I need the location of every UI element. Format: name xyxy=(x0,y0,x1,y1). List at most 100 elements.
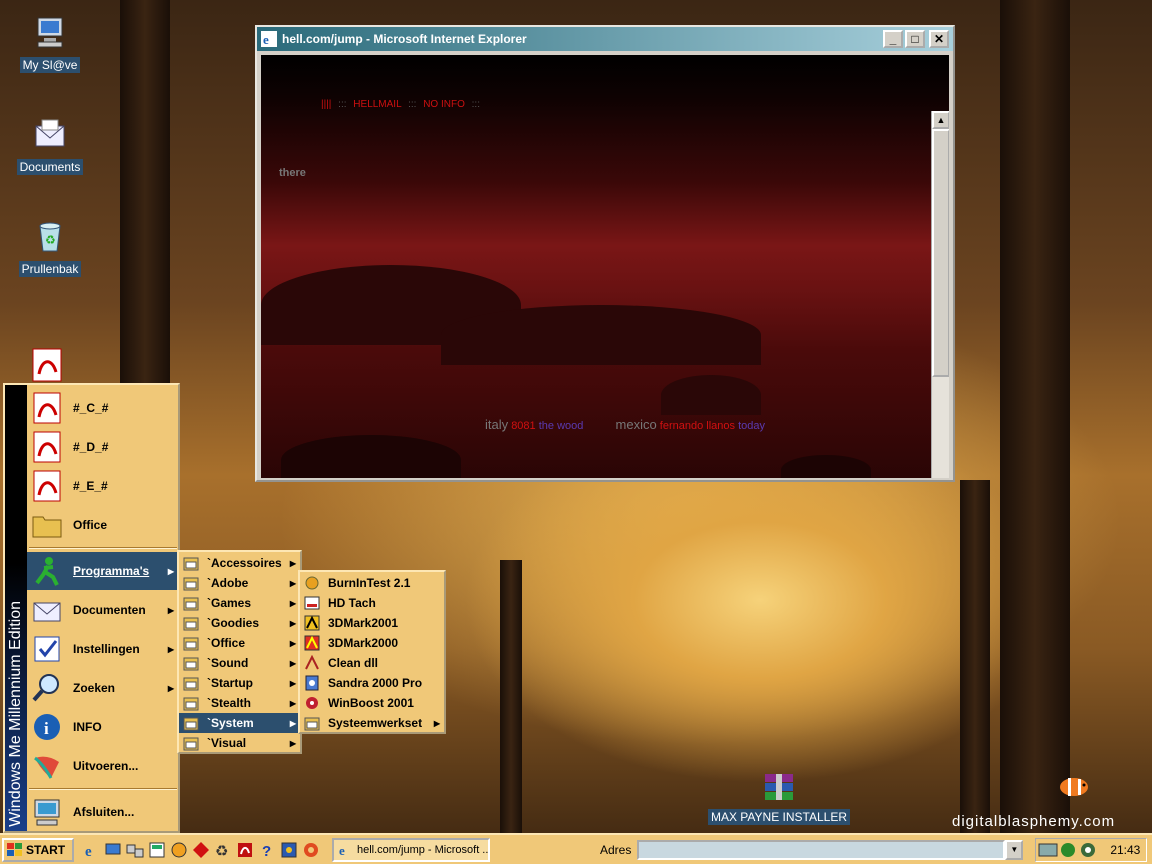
start-item-c[interactable]: #_C_# xyxy=(27,389,178,427)
program-group-icon xyxy=(183,617,199,631)
start-item-programs[interactable]: Programma's ▶ xyxy=(27,552,178,590)
desktop-icon-my-slave[interactable]: My Sl@ve xyxy=(5,14,95,73)
system-item-sandra[interactable]: Sandra 2000 Pro xyxy=(300,673,444,693)
nav-separator: ::: xyxy=(471,99,480,110)
start-item-run[interactable]: Uitvoeren... xyxy=(27,747,178,785)
svg-text:e: e xyxy=(263,32,269,47)
start-menu: Windows Me Millennium Edition #_C_# #_D_… xyxy=(3,383,180,833)
italy-place-link[interactable]: the wood xyxy=(539,420,584,432)
start-item-settings[interactable]: Instellingen ▶ xyxy=(27,630,178,668)
mexico-name-link[interactable]: fernando llanos xyxy=(660,420,735,432)
maximize-icon: □ xyxy=(911,32,919,46)
search-icon xyxy=(32,674,59,702)
desktop-quicklaunch-icon[interactable] xyxy=(104,841,122,859)
tray-tree-icon[interactable] xyxy=(1058,841,1078,859)
submenu-item-games[interactable]: `Games ▶ xyxy=(179,593,300,613)
internet-explorer-icon: e xyxy=(261,31,277,47)
system-item-3dmark2000[interactable]: 3DMark2000 xyxy=(300,633,444,653)
start-button[interactable]: START xyxy=(2,837,74,862)
winrar-archive-icon xyxy=(765,774,793,800)
submenu-item-goodies[interactable]: `Goodies ▶ xyxy=(179,613,300,633)
recycle-quicklaunch-icon[interactable]: ♻ xyxy=(214,841,232,859)
vertical-scrollbar[interactable]: ▲ ▼ xyxy=(931,111,949,478)
tray-gear-icon[interactable] xyxy=(1078,841,1098,859)
documents-icon xyxy=(33,602,61,622)
system-item-burnintest[interactable]: BurnInTest 2.1 xyxy=(300,573,444,593)
start-item-d[interactable]: #_D_# xyxy=(27,428,178,466)
landscape-hill xyxy=(661,375,761,415)
scroll-up-button[interactable]: ▲ xyxy=(932,111,949,129)
arrow-up-icon: ▲ xyxy=(936,115,946,125)
close-icon: ✕ xyxy=(933,32,945,46)
minimize-button[interactable]: _ xyxy=(883,30,903,48)
acrobat-quicklaunch-icon[interactable] xyxy=(236,841,254,859)
hellmail-link[interactable]: HELLMAIL xyxy=(353,99,401,110)
nav-separator: ::: xyxy=(338,99,347,110)
address-input[interactable] xyxy=(637,839,1006,860)
explorer-quicklaunch-icon[interactable] xyxy=(148,841,166,859)
submenu-item-startup[interactable]: `Startup ▶ xyxy=(179,673,300,693)
system-item-cleandll[interactable]: Clean dll xyxy=(300,653,444,673)
mexico-when-link[interactable]: today xyxy=(738,420,765,432)
program-group-icon xyxy=(183,597,199,611)
ie-quicklaunch-icon[interactable]: e xyxy=(82,841,100,859)
watermark-text: digitalblasphemy.com xyxy=(952,813,1116,830)
settings-icon xyxy=(34,636,60,662)
submenu-item-office[interactable]: `Office ▶ xyxy=(179,633,300,653)
submenu-item-accessoires[interactable]: `Accessoires ▶ xyxy=(179,553,300,573)
submenu-item-label: 3DMark2000 xyxy=(328,636,399,650)
clownfish-icon[interactable] xyxy=(1056,772,1092,802)
submenu-arrow-icon: ▶ xyxy=(289,698,296,708)
tray-network-icon[interactable] xyxy=(1038,841,1058,859)
gear-quicklaunch-icon[interactable] xyxy=(302,841,320,859)
chevron-down-icon: ▼ xyxy=(1010,845,1019,854)
system-item-hdtach[interactable]: HD Tach xyxy=(300,593,444,613)
close-button[interactable]: ✕ xyxy=(929,30,949,48)
scroll-thumb[interactable] xyxy=(932,129,949,377)
submenu-item-visual[interactable]: `Visual ▶ xyxy=(179,733,300,753)
desktop-icon-documents[interactable]: Documents xyxy=(5,116,95,175)
no-info-link[interactable]: NO INFO xyxy=(423,99,465,110)
red-diamond-quicklaunch-icon[interactable] xyxy=(192,841,210,859)
system-item-systeemwerkset[interactable]: Systeemwerkset ▶ xyxy=(300,713,444,733)
image-quicklaunch-icon[interactable] xyxy=(280,841,298,859)
start-item-search[interactable]: Zoeken ▶ xyxy=(27,669,178,707)
submenu-item-system[interactable]: `System ▶ xyxy=(179,713,300,733)
submenu-item-adobe[interactable]: `Adobe ▶ xyxy=(179,573,300,593)
system-item-winboost[interactable]: WinBoost 2001 xyxy=(300,693,444,713)
desktop-icon-max-payne[interactable]: MAX PAYNE INSTALLER xyxy=(706,772,852,825)
media-quicklaunch-icon[interactable] xyxy=(170,841,188,859)
submenu-arrow-icon: ▶ xyxy=(289,598,296,608)
start-item-info[interactable]: i INFO xyxy=(27,708,178,746)
help-quicklaunch-icon[interactable]: ? xyxy=(258,841,276,859)
start-item-office[interactable]: Office xyxy=(27,506,178,544)
submenu-item-label: `Games xyxy=(207,596,252,610)
clock[interactable]: 21:43 xyxy=(1110,843,1140,857)
network-quicklaunch-icon[interactable] xyxy=(126,841,144,859)
program-group-icon xyxy=(183,637,199,651)
desktop-icon-recycle-bin[interactable]: ♻ Prullenbak xyxy=(5,218,95,277)
ie-title-bar[interactable]: e hell.com/jump - Microsoft Internet Exp… xyxy=(257,27,953,51)
taskbar-button-ie[interactable]: e hell.com/jump - Microsoft ... xyxy=(332,837,490,862)
program-group-icon xyxy=(183,657,199,671)
start-menu-band: Windows Me Millennium Edition xyxy=(5,385,27,831)
pdf-shortcut-icon[interactable] xyxy=(30,348,64,382)
maximize-button[interactable]: □ xyxy=(905,30,925,48)
italy-number-link[interactable]: 8081 xyxy=(511,420,535,432)
start-item-shutdown[interactable]: Afsluiten... xyxy=(27,793,178,831)
quick-launch: e ♻ ? xyxy=(80,841,322,859)
submenu-item-stealth[interactable]: `Stealth ▶ xyxy=(179,693,300,713)
clean-dll-icon xyxy=(305,655,319,670)
winboost-icon xyxy=(306,697,318,709)
3dmark-icon xyxy=(304,615,320,631)
address-dropdown-button[interactable]: ▼ xyxy=(1005,839,1024,860)
tree-trunk xyxy=(120,0,170,400)
system-item-3dmark2001[interactable]: 3DMark2001 xyxy=(300,613,444,633)
submenu-item-sound[interactable]: `Sound ▶ xyxy=(179,653,300,673)
start-item-label: #_D_# xyxy=(73,440,109,454)
submenu-item-label: `Startup xyxy=(207,676,253,690)
recycle-bin-icon: ♻ xyxy=(39,222,61,252)
minimize-icon: _ xyxy=(889,32,897,46)
start-item-documents[interactable]: Documenten ▶ xyxy=(27,591,178,629)
start-item-e[interactable]: #_E_# xyxy=(27,467,178,505)
